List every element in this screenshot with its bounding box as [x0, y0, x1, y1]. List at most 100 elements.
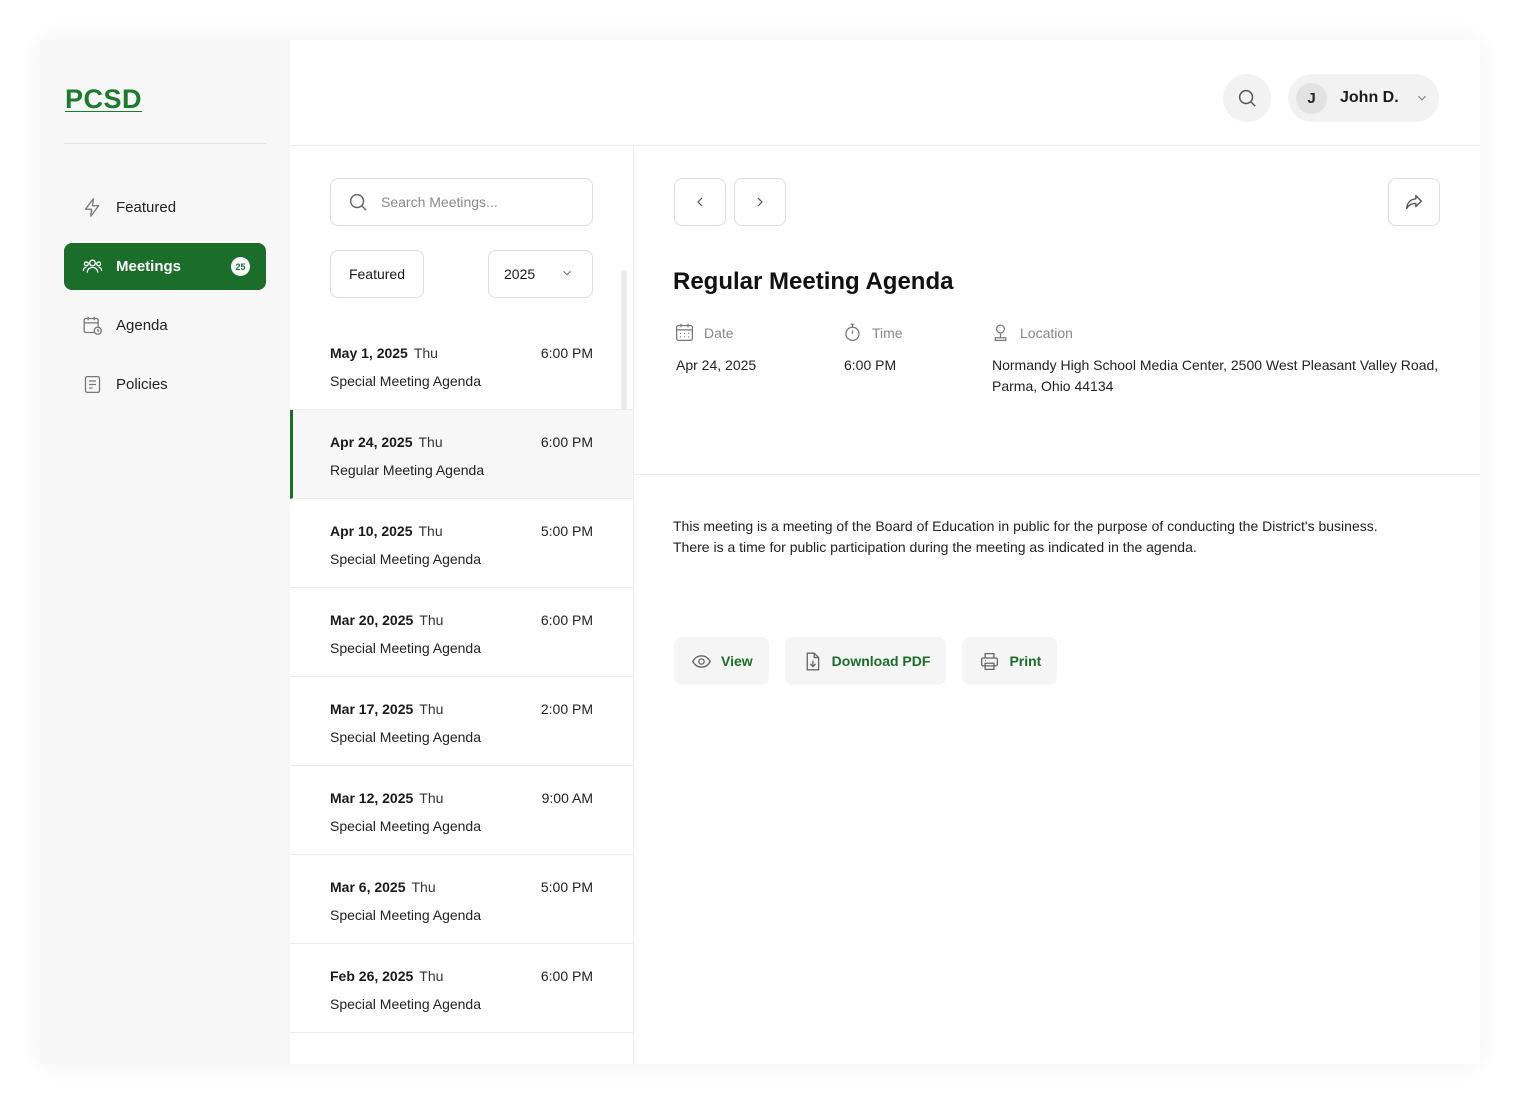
date-label: Date: [704, 324, 734, 341]
meeting-row-header: Mar 6, 2025 Thu 5:00 PM: [330, 879, 593, 895]
meeting-day: Thu: [418, 434, 443, 450]
top-header: J John D.: [290, 40, 1480, 146]
year-value: 2025: [504, 266, 536, 282]
sidebar-item-featured[interactable]: Featured: [64, 184, 266, 231]
meeting-detail-panel: Regular Meeting Agenda Date Apr 24, 2025…: [634, 146, 1480, 1064]
app-window: PCSD Featured Meetings 25 Agenda Policie…: [40, 40, 1480, 1064]
chevron-down-icon: [560, 266, 574, 283]
meeting-list-item[interactable]: Mar 6, 2025 Thu 5:00 PM Special Meeting …: [290, 855, 633, 944]
meeting-actions: View Download PDF Print: [674, 637, 1073, 685]
meta-location-label-row: Location: [990, 322, 1440, 343]
user-name: John D.: [1340, 89, 1399, 106]
search-icon: [349, 193, 367, 211]
bolt-icon: [81, 197, 103, 219]
chevron-left-icon: [697, 197, 703, 207]
print-button[interactable]: Print: [962, 637, 1058, 685]
meeting-date: Apr 10, 2025: [330, 523, 413, 539]
meeting-day: Thu: [413, 345, 438, 361]
meta-time: Time 6:00 PM: [842, 322, 903, 376]
meeting-day: Thu: [419, 612, 444, 628]
time-label: Time: [872, 324, 903, 341]
meeting-list-item-selected[interactable]: Apr 24, 2025 Thu 6:00 PM Regular Meeting…: [290, 410, 633, 499]
meeting-list-item[interactable]: Mar 12, 2025 Thu 9:00 AM Special Meeting…: [290, 766, 633, 855]
logo[interactable]: PCSD: [65, 84, 142, 115]
meeting-list-item[interactable]: Feb 26, 2025 Thu 6:00 PM Special Meeting…: [290, 944, 633, 1033]
meeting-time: 6:00 PM: [540, 612, 593, 628]
meeting-day: Thu: [418, 523, 443, 539]
meta-date: Date Apr 24, 2025: [674, 322, 756, 376]
location-pin-icon: [994, 324, 1007, 341]
featured-filter-button[interactable]: Featured: [330, 250, 424, 298]
stopwatch-icon: [845, 323, 860, 341]
year-select[interactable]: 2025: [488, 250, 593, 298]
time-value: 6:00 PM: [844, 357, 897, 373]
meeting-time: 6:00 PM: [540, 968, 593, 984]
date-value: Apr 24, 2025: [676, 357, 757, 373]
sidebar-item-policies[interactable]: Policies: [64, 361, 266, 408]
download-pdf-button[interactable]: Download PDF: [784, 637, 947, 685]
meeting-row-header: Feb 26, 2025 Thu 6:00 PM: [330, 968, 593, 984]
meeting-row-header: Mar 20, 2025 Thu 6:00 PM: [330, 612, 593, 628]
meeting-title: Special Meeting Agenda: [330, 996, 481, 1012]
meeting-list-item[interactable]: Mar 17, 2025 Thu 2:00 PM Special Meeting…: [290, 677, 633, 766]
meeting-list-item[interactable]: Mar 20, 2025 Thu 6:00 PM Special Meeting…: [290, 588, 633, 677]
meeting-row-header: Mar 17, 2025 Thu 2:00 PM: [330, 701, 593, 717]
meeting-time: 5:00 PM: [540, 523, 593, 539]
meeting-day: Thu: [419, 968, 444, 984]
global-search-button[interactable]: [1223, 74, 1271, 122]
calendar-icon: [676, 323, 693, 341]
view-label: View: [721, 653, 753, 669]
meeting-date: Mar 12, 2025: [330, 790, 414, 806]
calendar-clock-icon: [81, 315, 103, 337]
sidebar: PCSD Featured Meetings 25 Agenda Policie…: [40, 40, 290, 1064]
sidebar-item-label: Featured: [116, 199, 177, 216]
sidebar-item-agenda[interactable]: Agenda: [64, 302, 266, 349]
next-meeting-button[interactable]: [734, 178, 786, 226]
file-download-icon: [806, 652, 819, 670]
previous-meeting-button[interactable]: [674, 178, 726, 226]
share-button[interactable]: [1388, 178, 1440, 226]
meeting-search[interactable]: [330, 178, 593, 226]
meeting-title: Special Meeting Agenda: [330, 640, 481, 656]
sidebar-item-label: Agenda: [116, 317, 168, 334]
meeting-list-item[interactable]: May 1, 2025 Thu 6:00 PM Special Meeting …: [290, 321, 633, 410]
location-value: Normandy High School Media Center, 2500 …: [992, 357, 1439, 394]
meta-date-label-row: Date: [674, 322, 756, 343]
meeting-time: 6:00 PM: [540, 345, 593, 361]
meeting-row-header: Mar 12, 2025 Thu 9:00 AM: [330, 790, 593, 806]
meeting-list-item[interactable]: Apr 10, 2025 Thu 5:00 PM Special Meeting…: [290, 499, 633, 588]
document-icon: [81, 374, 103, 396]
meeting-date: Apr 24, 2025: [330, 434, 413, 450]
meeting-date: Mar 17, 2025: [330, 701, 414, 717]
meeting-time: 6:00 PM: [540, 434, 593, 450]
users-icon: [81, 256, 103, 278]
count-badge: 25: [231, 257, 250, 276]
meeting-row-header: May 1, 2025 Thu 6:00 PM: [330, 345, 593, 361]
meeting-title: Special Meeting Agenda: [330, 729, 481, 745]
avatar: J: [1296, 82, 1327, 114]
sidebar-item-label: Meetings: [116, 258, 182, 275]
meeting-title: Regular Meeting Agenda: [330, 462, 485, 478]
meeting-day: Thu: [419, 790, 444, 806]
meeting-list-panel: Featured 2025 May 1, 2025 Thu 6:00 PM Sp…: [290, 146, 634, 1064]
meeting-description: This meeting is a meeting of the Board o…: [673, 518, 1378, 555]
printer-icon: [981, 652, 999, 670]
search-input[interactable]: [381, 194, 571, 210]
detail-divider: [634, 474, 1480, 475]
view-button[interactable]: View: [674, 637, 769, 685]
print-label: Print: [1009, 653, 1042, 669]
user-menu[interactable]: J John D.: [1288, 74, 1439, 122]
meeting-date: Mar 20, 2025: [330, 612, 414, 628]
sidebar-item-meetings[interactable]: Meetings 25: [64, 243, 266, 290]
meeting-date: Feb 26, 2025: [330, 968, 414, 984]
meeting-time: 2:00 PM: [540, 701, 593, 717]
meeting-title-heading: Regular Meeting Agenda: [673, 268, 954, 295]
search-icon: [1238, 89, 1256, 107]
meeting-time: 9:00 AM: [541, 790, 593, 806]
meeting-date: May 1, 2025: [330, 345, 408, 361]
meeting-day: Thu: [419, 701, 444, 717]
meeting-title: Special Meeting Agenda: [330, 551, 481, 567]
meeting-time: 5:00 PM: [540, 879, 593, 895]
sidebar-divider: [64, 143, 266, 144]
meeting-row-header: Apr 10, 2025 Thu 5:00 PM: [330, 523, 593, 539]
